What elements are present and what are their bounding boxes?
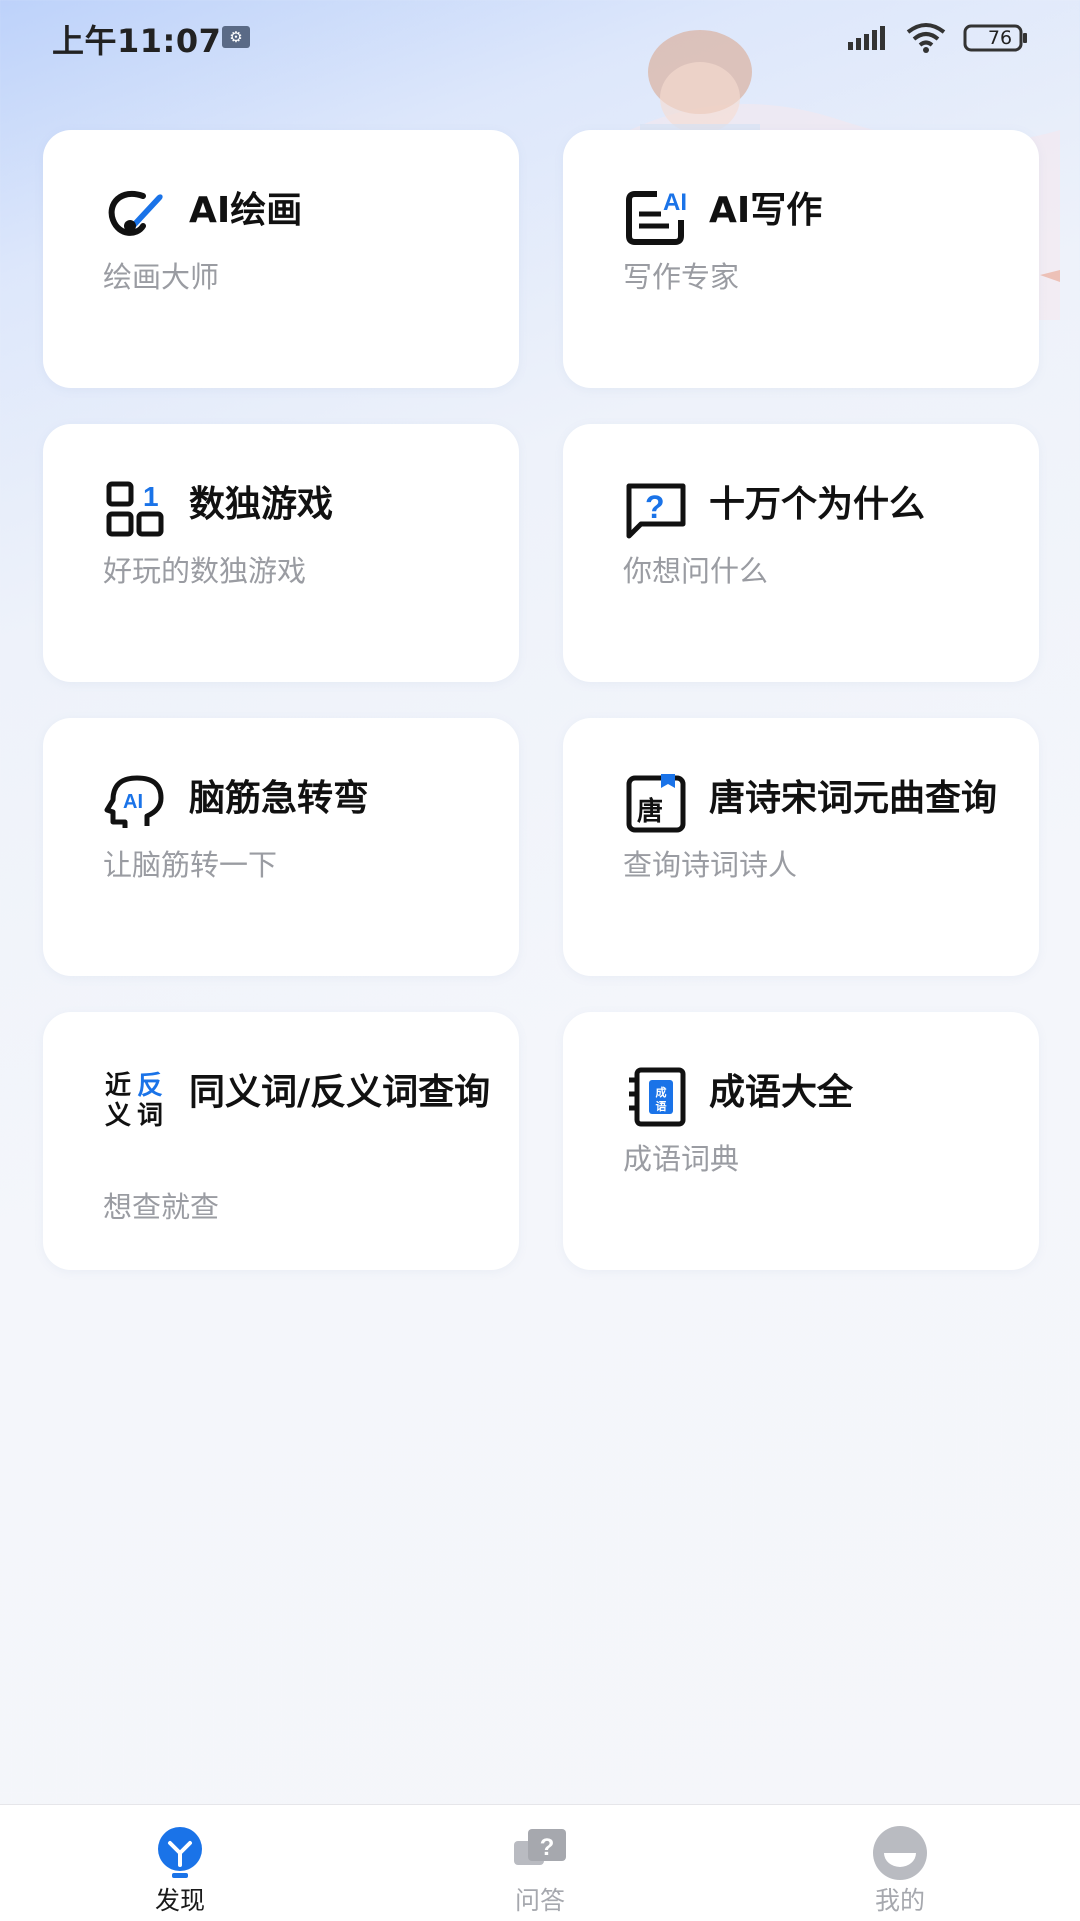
card-ai-writing[interactable]: AI AI写作 写作专家 bbox=[563, 130, 1039, 388]
sudoku-grid-icon: 1 bbox=[106, 481, 164, 537]
card-subtitle: 写作专家 bbox=[623, 260, 740, 294]
card-sudoku[interactable]: 1 数独游戏 好玩的数独游戏 bbox=[43, 424, 519, 682]
svg-text:?: ? bbox=[645, 489, 665, 525]
svg-text:1: 1 bbox=[143, 481, 159, 512]
paintbrush-ai-icon bbox=[108, 191, 163, 236]
idiom-book-icon: 成 语 bbox=[629, 1067, 686, 1127]
card-brain-teaser[interactable]: AI 脑筋急转弯 让脑筋转一下 bbox=[43, 718, 519, 976]
settings-notification-icon: ⚙ bbox=[222, 26, 250, 48]
svg-text:?: ? bbox=[540, 1834, 555, 1861]
nav-label-discover: 发现 bbox=[154, 1886, 205, 1915]
card-title: AI写作 bbox=[709, 190, 823, 231]
status-time: 上午11:07 bbox=[52, 22, 222, 60]
card-title: 脑筋急转弯 bbox=[189, 778, 370, 819]
card-subtitle: 你想问什么 bbox=[623, 554, 769, 588]
bottom-navigation: 发现 ? 问答 我的 bbox=[0, 1804, 1080, 1921]
card-title: 十万个为什么 bbox=[709, 484, 926, 525]
signal-strength-icon bbox=[848, 26, 885, 50]
card-synonym-antonym-query[interactable]: 近 反 义 词 同义词/反义词查询 想查就查 bbox=[43, 1012, 519, 1270]
card-ai-painting[interactable]: AI绘画 绘画大师 bbox=[43, 130, 519, 388]
svg-text:唐: 唐 bbox=[637, 796, 663, 827]
status-bar: 上午11:07 ⚙ 76 bbox=[0, 0, 1080, 80]
document-ai-icon: AI bbox=[626, 189, 687, 245]
tang-book-icon: 唐 bbox=[626, 774, 686, 833]
svg-text:词: 词 bbox=[137, 1101, 163, 1130]
card-subtitle: 让脑筋转一下 bbox=[103, 848, 278, 882]
battery-level: 76 bbox=[987, 27, 1013, 49]
svg-text:义: 义 bbox=[105, 1101, 131, 1130]
card-subtitle: 想查就查 bbox=[103, 1190, 220, 1224]
svg-text:反: 反 bbox=[137, 1071, 163, 1101]
svg-text:近: 近 bbox=[105, 1071, 131, 1101]
card-hundred-thousand-whys[interactable]: ? 十万个为什么 你想问什么 bbox=[563, 424, 1039, 682]
nav-tab-mine[interactable]: 我的 bbox=[800, 1805, 1000, 1921]
nav-tab-qa[interactable]: ? 问答 bbox=[440, 1805, 640, 1921]
question-bubble-icon: ? bbox=[626, 483, 686, 539]
card-tang-poetry-query[interactable]: 唐 唐诗宋词元曲查询 查询诗词诗人 bbox=[563, 718, 1039, 976]
nav-tab-discover[interactable]: 发现 bbox=[80, 1805, 280, 1921]
synonym-antonym-icon: 近 反 义 词 bbox=[105, 1071, 163, 1130]
card-subtitle: 成语词典 bbox=[623, 1142, 740, 1176]
card-subtitle: 绘画大师 bbox=[103, 260, 220, 294]
card-title: 成语大全 bbox=[709, 1072, 854, 1113]
nav-label-mine: 我的 bbox=[874, 1886, 925, 1915]
card-title: 唐诗宋词元曲查询 bbox=[709, 778, 998, 819]
ai-head-icon: AI bbox=[104, 775, 164, 828]
svg-text:AI: AI bbox=[663, 189, 687, 216]
qa-chat-icon: ? bbox=[514, 1829, 566, 1865]
card-title: 数独游戏 bbox=[189, 484, 334, 525]
card-title: 同义词/反义词查询 bbox=[189, 1072, 491, 1113]
card-idiom-collection[interactable]: 成 语 成语大全 成语词典 bbox=[563, 1012, 1039, 1270]
card-subtitle: 查询诗词诗人 bbox=[623, 848, 798, 882]
wifi-icon bbox=[906, 23, 946, 53]
svg-text:成: 成 bbox=[656, 1085, 667, 1099]
profile-icon bbox=[873, 1826, 927, 1880]
nav-label-qa: 问答 bbox=[514, 1886, 565, 1915]
svg-text:语: 语 bbox=[656, 1099, 667, 1113]
svg-text:AI: AI bbox=[123, 791, 143, 813]
discover-bulb-icon bbox=[158, 1827, 202, 1878]
card-subtitle: 好玩的数独游戏 bbox=[103, 554, 307, 588]
card-title: AI绘画 bbox=[189, 190, 303, 231]
